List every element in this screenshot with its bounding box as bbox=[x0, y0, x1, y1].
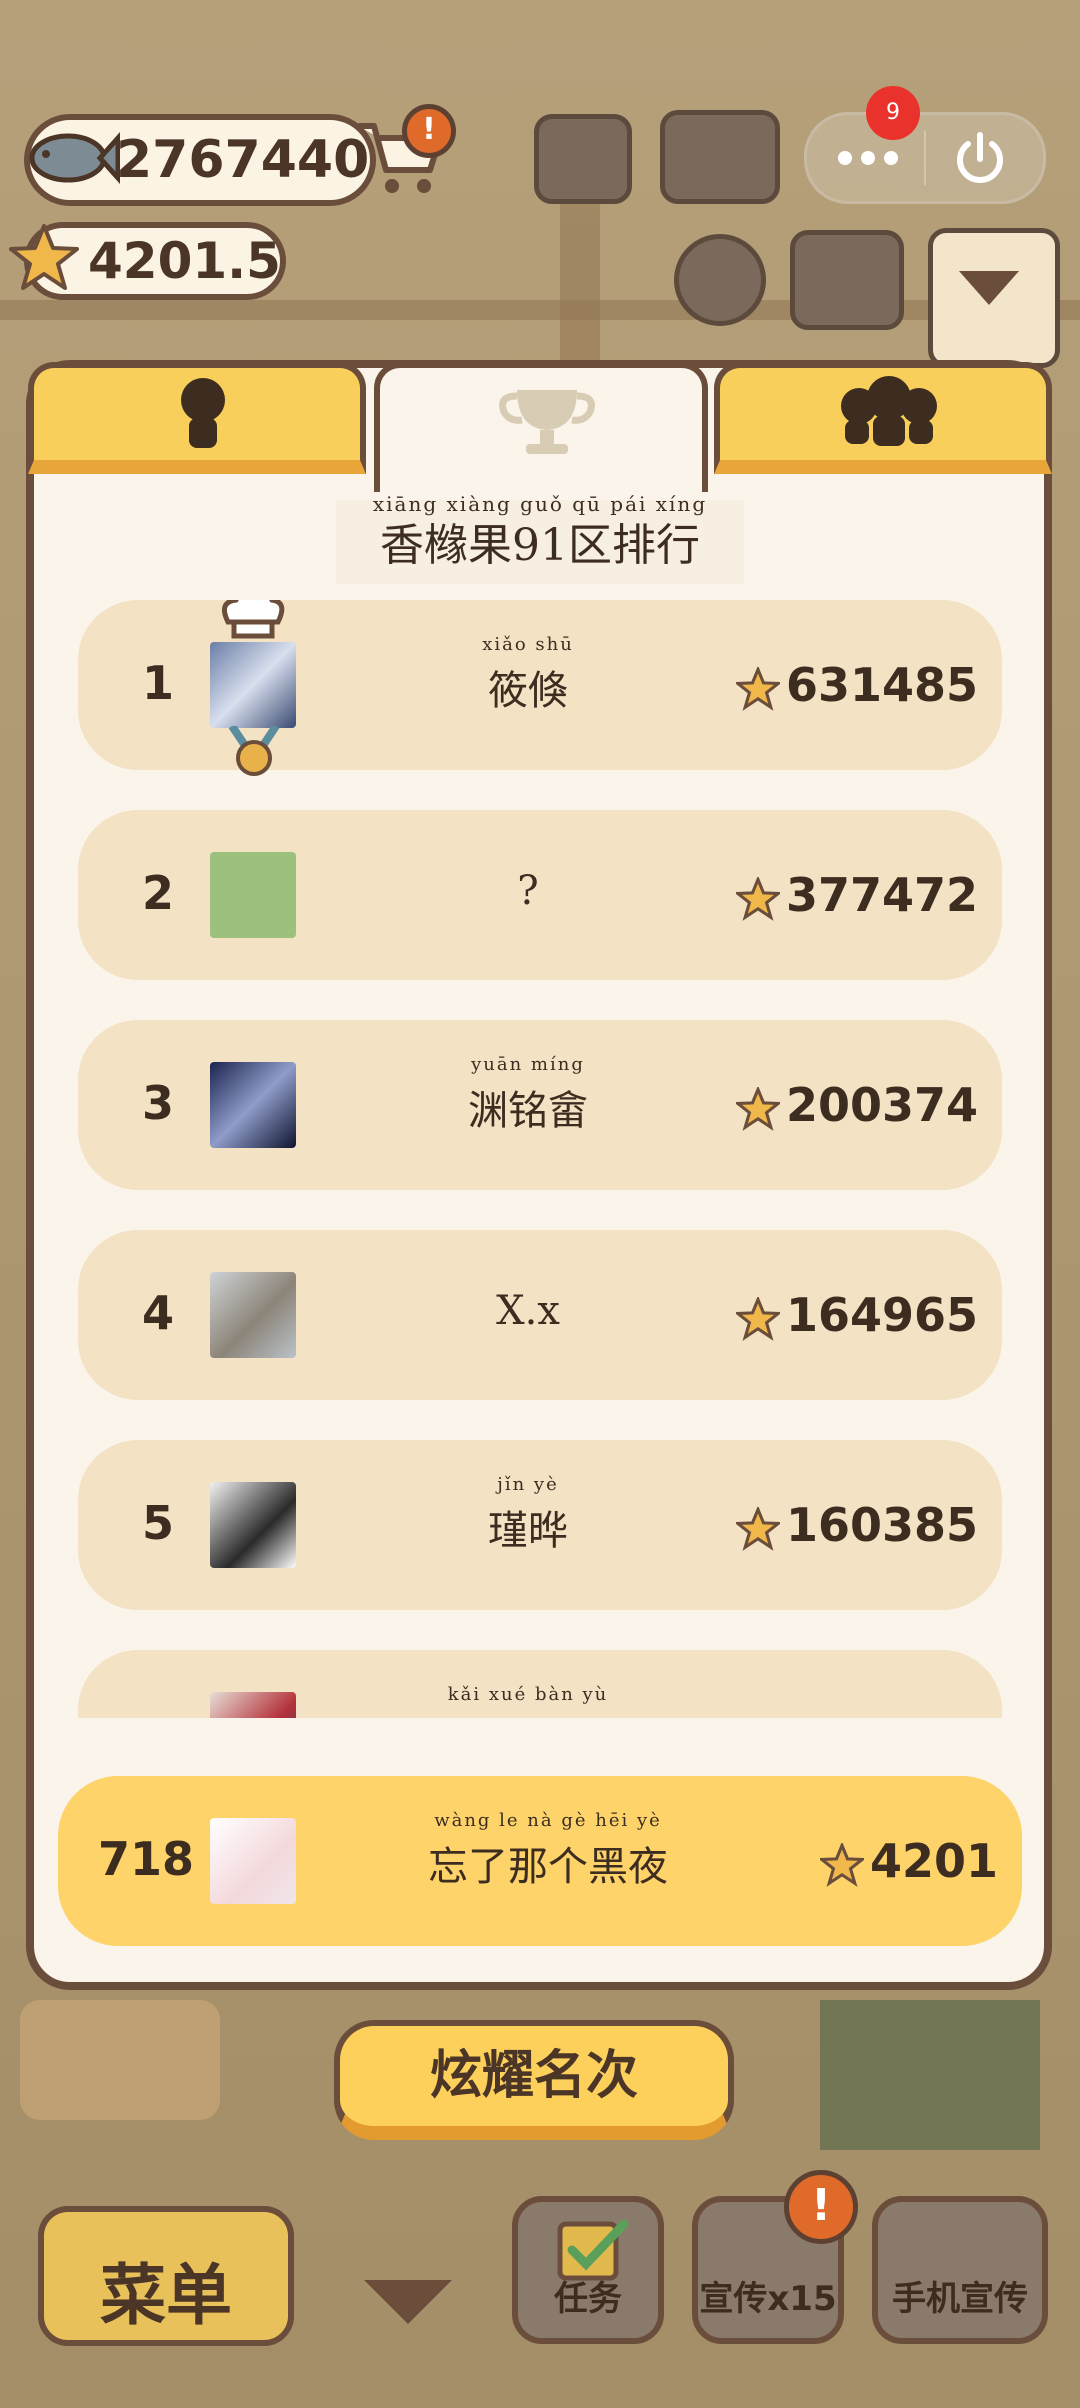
avatar bbox=[210, 1692, 296, 1718]
fish-currency: 2767440 bbox=[24, 114, 376, 206]
collapse-arrow-icon[interactable] bbox=[364, 2280, 452, 2324]
avatar bbox=[210, 642, 296, 728]
promote-alert-icon: ! bbox=[784, 2170, 858, 2244]
my-rank-bar: 718 wàng le nà gè hēi yè 忘了那个黑夜 4201 bbox=[58, 1776, 1022, 1946]
my-avatar bbox=[210, 1818, 296, 1904]
chef-hat-icon bbox=[221, 600, 285, 639]
star-icon bbox=[9, 224, 79, 290]
rank-number: 4 bbox=[141, 1286, 174, 1340]
map-icon[interactable] bbox=[790, 230, 904, 330]
ranking-row-partial[interactable]: kǎi xué bàn yù bbox=[78, 1650, 1002, 1718]
star-count: 4201.5 bbox=[88, 232, 281, 290]
name-pinyin: jǐn yè bbox=[497, 1474, 559, 1495]
star-icon bbox=[735, 1086, 780, 1131]
medal-icon bbox=[228, 726, 280, 776]
name-pinyin: xiǎo shū bbox=[482, 634, 574, 655]
ranking-row[interactable]: 5 jǐn yè 瑾晔 160385 bbox=[78, 1440, 1002, 1610]
star-icon bbox=[735, 666, 780, 711]
avatar bbox=[210, 1272, 296, 1358]
promote-label: 宣传x15 bbox=[699, 2279, 837, 2319]
name-pinyin: kǎi xué bàn yù bbox=[447, 1684, 609, 1705]
rank-number: 3 bbox=[141, 1076, 174, 1130]
star-icon bbox=[819, 1842, 864, 1887]
menu-button[interactable]: 菜单 bbox=[38, 2206, 294, 2346]
name-pinyin: yuān míng bbox=[471, 1054, 585, 1075]
star-icon bbox=[735, 1296, 780, 1341]
shop-cart-icon[interactable]: ! bbox=[350, 104, 456, 200]
tab-ranking[interactable] bbox=[374, 362, 708, 492]
rank-number: 2 bbox=[141, 866, 174, 920]
ranking-row[interactable]: 3 yuān míng 渊铭畲 200374 bbox=[78, 1020, 1002, 1190]
avatar bbox=[210, 1482, 296, 1568]
trophy-icon bbox=[499, 390, 595, 454]
tasks-label: 任务 bbox=[554, 2279, 622, 2319]
fish-count: 2767440 bbox=[116, 130, 370, 190]
show-rank-button[interactable]: 炫耀名次 bbox=[334, 2020, 734, 2140]
phone-promote-button[interactable]: 手机宣传 bbox=[872, 2196, 1048, 2344]
miniapp-capsule bbox=[804, 112, 1046, 204]
star-icon bbox=[735, 876, 780, 921]
player-score: 631485 bbox=[735, 658, 978, 712]
player-score: 377472 bbox=[735, 868, 978, 922]
player-name: X.x bbox=[496, 1288, 560, 1334]
ranking-title: xiāng xiàng guǒ qū pái xíng 香橼果91区排行 bbox=[336, 494, 744, 584]
tab-personal[interactable] bbox=[28, 362, 366, 474]
rank-number: 5 bbox=[141, 1496, 174, 1550]
avatar bbox=[210, 852, 296, 938]
menu-label: 菜单 bbox=[100, 2257, 232, 2334]
player-name: xiǎo shū 筱倏 bbox=[318, 634, 738, 716]
tasks-button[interactable]: 任务 bbox=[512, 2196, 664, 2344]
tab-group[interactable] bbox=[714, 362, 1052, 474]
fish-icon bbox=[29, 132, 120, 184]
player-score: 160385 bbox=[735, 1498, 978, 1552]
notification-badge: 9 bbox=[866, 86, 920, 140]
cart-alert-icon: ! bbox=[402, 104, 456, 158]
title-pinyin: xiāng xiàng guǒ qū pái xíng bbox=[372, 492, 708, 516]
book-icon[interactable] bbox=[660, 110, 780, 204]
drawer-toggle-icon[interactable] bbox=[928, 228, 1060, 368]
phone-promote-label: 手机宣传 bbox=[892, 2279, 1028, 2319]
avatar bbox=[210, 1062, 296, 1148]
gear-icon[interactable] bbox=[674, 234, 766, 326]
ranking-list[interactable]: 1 xiǎo shū 筱倏 631485 2 ? 377472 3 yuān m… bbox=[78, 600, 1002, 1718]
power-icon[interactable] bbox=[951, 129, 1009, 187]
player-name: ? bbox=[517, 868, 539, 914]
ranking-row[interactable]: 1 xiǎo shū 筱倏 631485 bbox=[78, 600, 1002, 776]
group-icon bbox=[841, 376, 937, 446]
star-icon bbox=[735, 1506, 780, 1551]
person-icon bbox=[181, 378, 225, 448]
newspaper-icon[interactable] bbox=[534, 114, 632, 204]
player-score: 200374 bbox=[735, 1078, 978, 1132]
my-player-name: wàng le nà gè hēi yè 忘了那个黑夜 bbox=[338, 1810, 758, 1892]
my-rank-number: 718 bbox=[97, 1832, 195, 1886]
name-pinyin: wàng le nà gè hēi yè bbox=[434, 1810, 662, 1831]
player-score: 164965 bbox=[735, 1288, 978, 1342]
more-options-icon[interactable] bbox=[833, 145, 903, 171]
player-name: yuān míng 渊铭畲 bbox=[318, 1054, 738, 1136]
ranking-row[interactable]: 4 X.x 164965 bbox=[78, 1230, 1002, 1400]
rank-number: 1 bbox=[141, 656, 174, 710]
player-name: jǐn yè 瑾晔 bbox=[318, 1474, 738, 1556]
my-player-score: 4201 bbox=[819, 1834, 998, 1888]
ranking-row[interactable]: 2 ? 377472 bbox=[78, 810, 1002, 980]
star-currency: 4201.5 bbox=[9, 222, 286, 300]
